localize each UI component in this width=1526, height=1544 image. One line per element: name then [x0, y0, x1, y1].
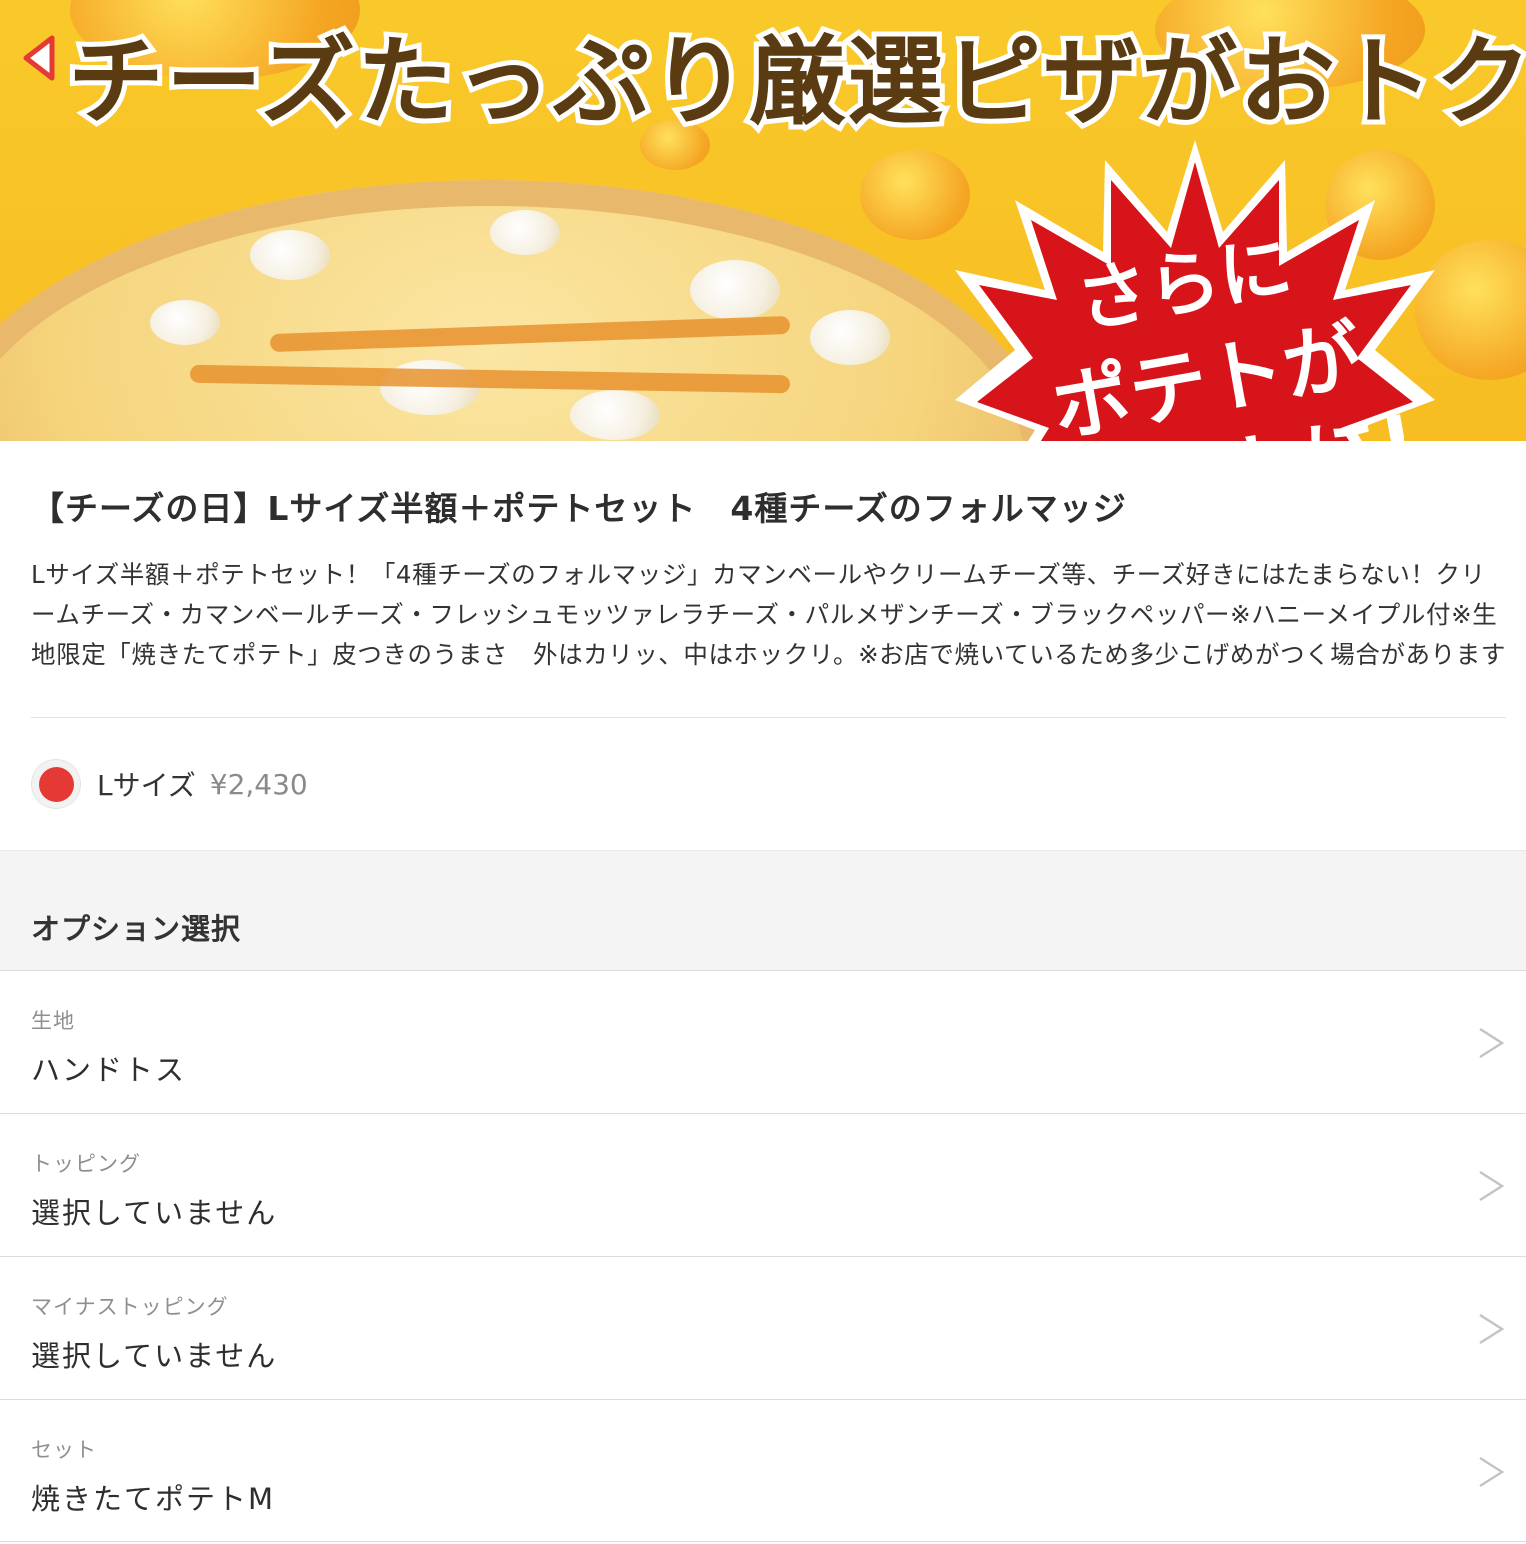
- chevron-right-icon: [1479, 1027, 1505, 1059]
- option-row-set[interactable]: セット 焼きたてポテトM: [0, 1399, 1526, 1542]
- options-header: オプション選択: [0, 850, 1526, 970]
- option-value: 選択していません: [31, 1339, 278, 1373]
- option-row-dough[interactable]: 生地 ハンドトス: [0, 970, 1526, 1113]
- size-price: ¥2,430: [209, 767, 308, 801]
- option-label: 生地: [31, 1009, 75, 1033]
- option-value: 焼きたてポテトM: [31, 1482, 276, 1516]
- product-description: Lサイズ半額＋ポテトセット！「4種チーズのフォルマッジ」カマンベールやクリームチ…: [31, 560, 1506, 669]
- product-info: 【チーズの日】Lサイズ半額＋ポテトセット 4種チーズのフォルマッジ Lサイズ半額…: [0, 485, 1526, 675]
- size-radio[interactable]: [31, 759, 81, 809]
- options-section-title: オプション選択: [31, 912, 242, 946]
- cheese-blob: [860, 150, 970, 240]
- promo-headline: チーズたっぷり厳選ピザがおトク!: [63, 24, 1526, 139]
- size-option-l[interactable]: Lサイズ ¥2,430: [0, 718, 1526, 850]
- hero-banner: チーズたっぷり厳選ピザがおトク! さらに ポテトが セットに!: [0, 0, 1526, 441]
- size-label: Lサイズ: [97, 769, 196, 802]
- chevron-right-icon: [1479, 1170, 1505, 1202]
- option-row-minus-topping[interactable]: マイナストッピング 選択していません: [0, 1256, 1526, 1399]
- option-row-topping[interactable]: トッピング 選択していません: [0, 1113, 1526, 1256]
- radio-selected-dot: [38, 766, 74, 802]
- product-title: 【チーズの日】Lサイズ半額＋ポテトセット 4種チーズのフォルマッジ: [31, 489, 1127, 528]
- chevron-right-icon: [1479, 1313, 1505, 1345]
- option-value: 選択していません: [31, 1196, 278, 1230]
- option-label: トッピング: [31, 1152, 141, 1176]
- back-arrow-icon[interactable]: [14, 30, 70, 86]
- option-value: ハンドトス: [31, 1053, 187, 1087]
- option-label: マイナストッピング: [31, 1295, 229, 1319]
- options-list: 生地 ハンドトス トッピング 選択していません マイナストッピング 選択していま…: [0, 970, 1526, 1542]
- chevron-right-icon: [1479, 1456, 1505, 1488]
- option-label: セット: [31, 1438, 97, 1462]
